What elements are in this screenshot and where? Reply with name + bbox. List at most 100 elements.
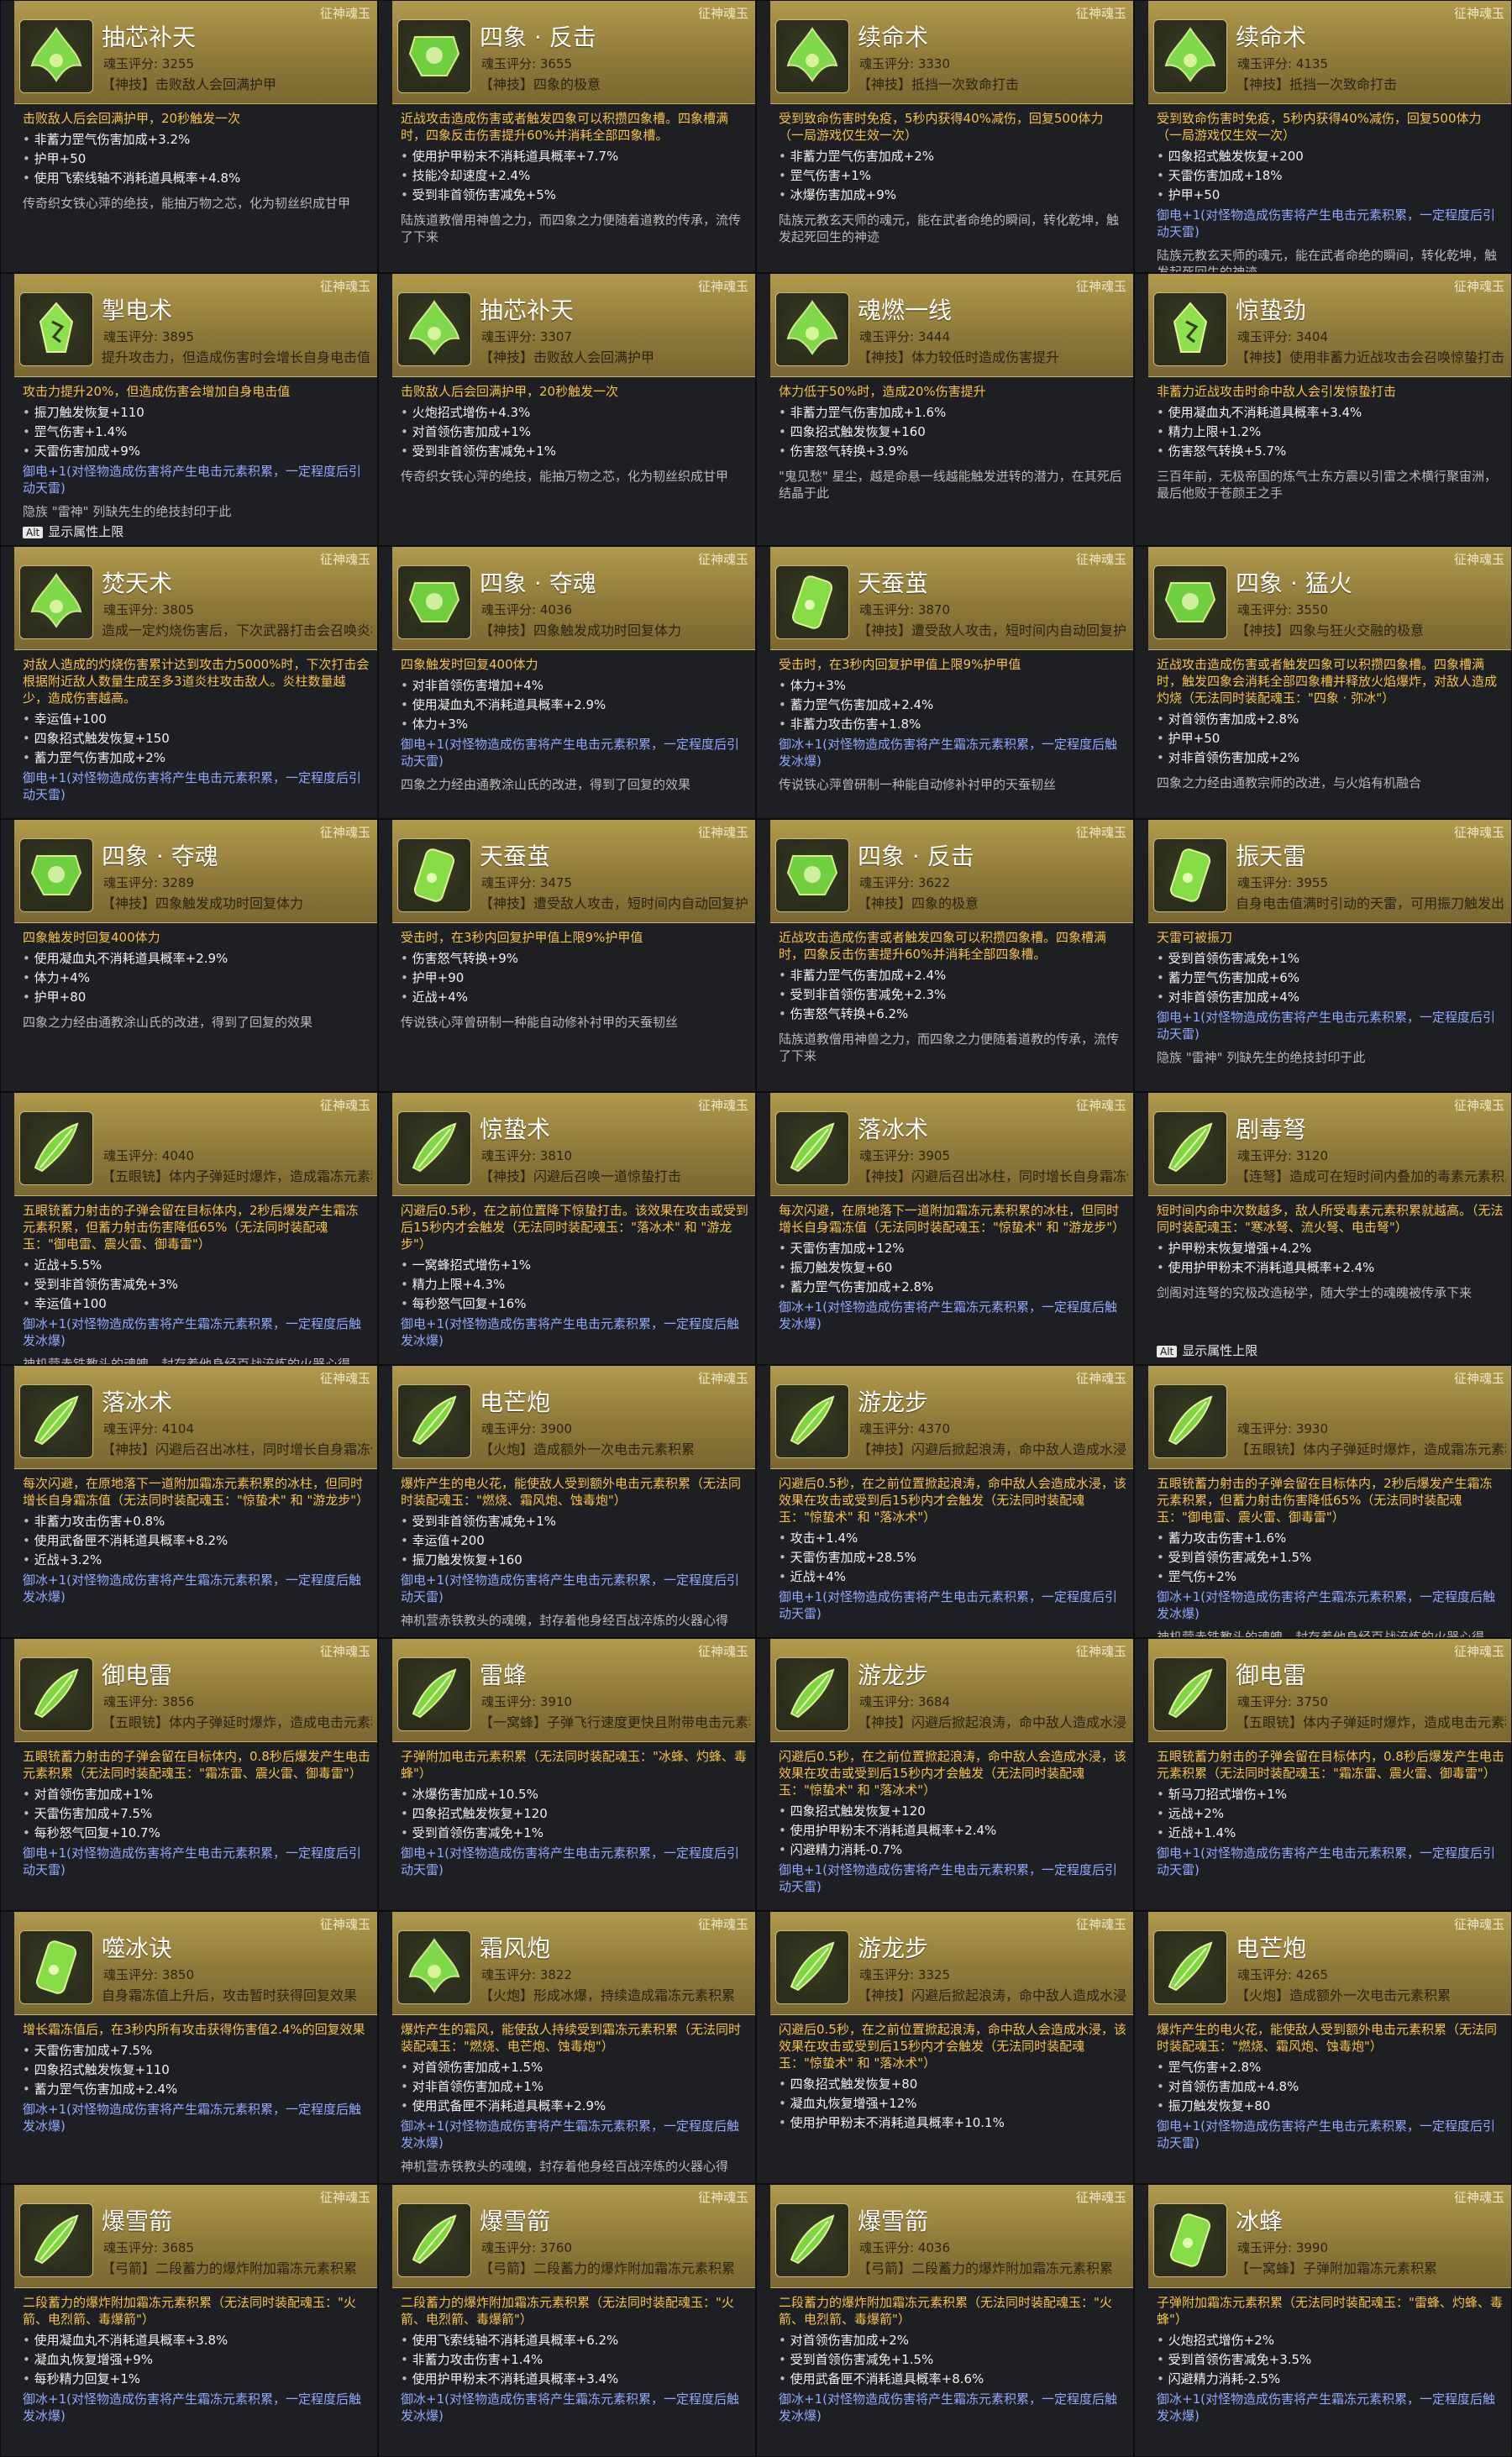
soul-jade-card[interactable]: 征神魂玉 游龙步 魂玉评分: 4370 【神技】闪避后掀起浪涛，命中敌人造成水浸 闪避后… xyxy=(756,1365,1134,1638)
soul-jade-card[interactable]: 征神魂玉 续命术 魂玉评分: 3330 【神技】抵挡一次致命打击 受到致命伤害时免疫，5… xyxy=(756,0,1134,273)
soul-jade-card[interactable]: 征神魂玉 游龙步 魂玉评分: 3325 【神技】闪避后掀起浪涛，命中敌人造成水浸 闪避后… xyxy=(756,1911,1134,2184)
card-skill: 【神技】闪避后掀起浪涛，命中敌人造成水浸 xyxy=(858,1441,1127,1457)
soul-jade-card[interactable]: 征神魂玉 魂玉评分: 3930 【五眼铳】体内子弹延时爆炸，造成霜冻元素积累 五眼铳蓄… xyxy=(1134,1365,1512,1638)
card-body: 近战攻击造成伤害或者触发四象可以积攒四象槽。四象槽满时，四象反击伤害提升60%并… xyxy=(392,108,755,272)
card-name: 续命术 xyxy=(858,24,929,51)
soul-jade-card[interactable]: 征神魂玉 魂玉评分: 4040 【五眼铳】体内子弹延时爆炸，造成霜冻元素积累 五眼铳蓄… xyxy=(0,1092,378,1365)
soul-jade-card[interactable]: 征神魂玉 落冰术 魂玉评分: 4104 【神技】闪避后召出冰柱，同时增长自身霜冻值 每次… xyxy=(0,1365,378,1638)
soul-jade-card[interactable]: 征神魂玉 四象 · 猛火 魂玉评分: 3550 【神技】四象与狂火交融的极意 近战攻击造… xyxy=(1134,546,1512,819)
card-name: 惊蛰术 xyxy=(480,1116,551,1143)
card-name: 四象 · 反击 xyxy=(480,24,596,51)
card-score: 魂玉评分: 3289 xyxy=(103,875,194,890)
card-header: 征神魂玉 游龙步 魂玉评分: 3325 【神技】闪避后掀起浪涛，命中敌人造成水浸 xyxy=(770,1912,1133,2015)
card-name: 振天雷 xyxy=(1236,843,1307,870)
soul-jade-card[interactable]: 征神魂玉 雷蜂 魂玉评分: 3910 【一窝蜂】子弹飞行速度更快且附带电击元素积累 子弹… xyxy=(378,1638,756,1911)
soul-jade-card[interactable]: 征神魂玉 冰蜂 魂玉评分: 3990 【一窝蜂】子弹附加霜冻元素积累 子弹附加霜冻元素积… xyxy=(1134,2184,1512,2457)
alt-key: Alt xyxy=(1157,1346,1178,1357)
card-score: 魂玉评分: 3750 xyxy=(1237,1694,1328,1709)
stat-line: 四象招式触发恢复+160 xyxy=(779,423,1126,442)
card-type-tag: 征神魂玉 xyxy=(697,6,748,21)
soul-jade-card[interactable]: 征神魂玉 惊蛰劲 魂玉评分: 3404 【神技】使用非蓄力近战攻击会召唤惊蛰打击 非蓄力… xyxy=(1134,273,1512,546)
stat-line: 使用护甲粉末不消耗道具概率+2.4% xyxy=(1157,1258,1504,1278)
soul-jade-card[interactable]: 征神魂玉 抽芯补天 魂玉评分: 3255 【神技】击败敌人会回满护甲 击败敌人后会回满护… xyxy=(0,0,378,273)
card-body: 非蓄力近战攻击时命中敌人会引发惊蛰打击使用凝血丸不消耗道具概率+3.4%精力上限… xyxy=(1148,381,1511,545)
soul-jade-card[interactable]: 征神魂玉 四象 · 夺魂 魂玉评分: 3289 【神技】四象触发成功时回复体力 四象触发… xyxy=(0,819,378,1092)
stat-line: 受到非首领伤害减免+1% xyxy=(401,1512,748,1531)
soul-jade-card[interactable]: 征神魂玉 掣电术 魂玉评分: 3895 提升攻击力，但造成伤害时会增长自身电击值 攻击力… xyxy=(0,273,378,546)
card-header: 征神魂玉 四象 · 反击 魂玉评分: 3655 【神技】四象的极意 xyxy=(392,1,755,104)
card-header: 征神魂玉 续命术 魂玉评分: 3330 【神技】抵挡一次致命打击 xyxy=(770,1,1133,104)
card-body: 爆炸产生的电火花，能使敌人受到额外电击元素积累（无法同时装配魂玉："燃烧、霜风炮… xyxy=(392,1473,755,1637)
show-stat-cap-hint[interactable]: Alt 显示属性上限 xyxy=(1157,1341,1257,1359)
soul-jade-card[interactable]: 征神魂玉 四象 · 夺魂 魂玉评分: 4036 【神技】四象触发成功时回复体力 四象触发… xyxy=(378,546,756,819)
card-skill: 【神技】闪避后召出冰柱，同时增长自身霜冻值 xyxy=(858,1168,1128,1184)
soul-jade-card[interactable]: 征神魂玉 续命术 魂玉评分: 4135 【神技】抵挡一次致命打击 受到致命伤害时免疫，5… xyxy=(1134,0,1512,273)
soul-jade-icon xyxy=(19,19,93,93)
soul-jade-card[interactable]: 征神魂玉 噬冰诀 魂玉评分: 3850 自身霜冻值上升后，攻击暂时获得回复效果增长霜冻… xyxy=(0,1911,378,2184)
soul-jade-card[interactable]: 征神魂玉 爆雪箭 魂玉评分: 4036 【弓箭】二段蓄力的爆炸附加霜冻元素积累 二段蓄力… xyxy=(756,2184,1134,2457)
soul-jade-icon xyxy=(397,1930,471,2004)
card-name: 掣电术 xyxy=(102,297,173,324)
soul-jade-card[interactable]: 征神魂玉 落冰术 魂玉评分: 3905 【神技】闪避后召出冰柱，同时增长自身霜冻值 每次… xyxy=(756,1092,1134,1365)
soul-jade-card[interactable]: 征神魂玉 御电雷 魂玉评分: 3856 【五眼铳】体内子弹延时爆炸，造成电击元素积累五… xyxy=(0,1638,378,1911)
soul-jade-card[interactable]: 征神魂玉 爆雪箭 魂玉评分: 3685 【弓箭】二段蓄力的爆炸附加霜冻元素积累 二段蓄力… xyxy=(0,2184,378,2457)
card-score: 魂玉评分: 3255 xyxy=(103,56,194,71)
stat-line: 火炮招式增伤+4.3% xyxy=(401,403,748,423)
stat-line: 四象招式触发恢复+110 xyxy=(23,2061,370,2080)
element-bonus: 御电+1(对怪物造成伤害将产生电击元素积累，一定程度后引动天雷) xyxy=(401,1845,739,1877)
lore-text: 传奇织女铁心萍的绝技，能抽万物之芯，化为韧丝织成甘甲 xyxy=(401,469,729,484)
effect-description: 增长霜冻值后，在3秒内所有攻击获得伤害值2.4%的回复效果 xyxy=(23,2022,365,2037)
lore-text: 陆族道教僧用神兽之力，而四象之力便随着道教的传承，流传了下来 xyxy=(401,213,742,244)
card-type-tag: 征神魂玉 xyxy=(697,1644,748,1659)
soul-jade-card[interactable]: 征神魂玉 抽芯补天 魂玉评分: 3307 【神技】击败敌人会回满护甲 击败敌人后会回满护… xyxy=(378,273,756,546)
card-body: 击败敌人后会回满护甲，20秒触发一次火炮招式增伤+4.3%对首领伤害加成+1%受… xyxy=(392,381,755,545)
soul-jade-card[interactable]: 征神魂玉 剧毒弩 魂玉评分: 3120 【连弩】造成可在短时间内叠加的毒素元素积累 短时… xyxy=(1134,1092,1512,1365)
card-type-tag: 征神魂玉 xyxy=(1453,552,1504,567)
soul-jade-card[interactable]: 征神魂玉 四象 · 反击 魂玉评分: 3622 【神技】四象的极意 近战攻击造成伤害或者… xyxy=(756,819,1134,1092)
card-header: 征神魂玉 天蚕茧 魂玉评分: 3475 【神技】遭受敌人攻击，短时间内自动回复护甲值 xyxy=(392,820,755,923)
stat-line: 对首领伤害加成+1% xyxy=(23,1785,370,1804)
effect-description: 击败敌人后会回满护甲，20秒触发一次 xyxy=(401,384,619,399)
soul-jade-card[interactable]: 征神魂玉 游龙步 魂玉评分: 3684 【神技】闪避后掀起浪涛，命中敌人造成水浸 闪避后… xyxy=(756,1638,1134,1911)
card-body: 对敌人造成的灼烧伤害累计达到攻击力5000%时，下次打击会根据附近敌人数量生成至… xyxy=(14,654,377,818)
card-skill: 【五眼铳】体内子弹延时爆炸，造成霜冻元素积累 xyxy=(1236,1441,1506,1457)
soul-jade-card[interactable]: 征神魂玉 爆雪箭 魂玉评分: 3760 【弓箭】二段蓄力的爆炸附加霜冻元素积累 二段蓄力… xyxy=(378,2184,756,2457)
element-bonus: 御电+1(对怪物造成伤害将产生电击元素积累，一定程度后引动天雷) xyxy=(1157,1845,1495,1877)
soul-jade-icon xyxy=(397,19,471,93)
card-skill: 【五眼铳】体内子弹延时爆炸，造成电击元素积累 xyxy=(102,1714,372,1730)
card-name: 游龙步 xyxy=(858,1662,929,1689)
soul-jade-card[interactable]: 征神魂玉 电芒炮 魂玉评分: 3900 【火炮】造成额外一次电击元素积累 爆炸产生的电火… xyxy=(378,1365,756,1638)
stat-line: 天雷伤害加成+9% xyxy=(23,442,370,461)
card-name: 噬冰诀 xyxy=(102,1935,173,1962)
stat-line: 使用武备匣不消耗道具概率+8.6% xyxy=(779,2370,1126,2389)
soul-jade-card[interactable]: 征神魂玉 振天雷 魂玉评分: 3955 自身电击值满时引动的天雷，可用振刀触发出 天雷可… xyxy=(1134,819,1512,1092)
soul-jade-card[interactable]: 征神魂玉 天蚕茧 魂玉评分: 3475 【神技】遭受敌人攻击，短时间内自动回复护甲值受… xyxy=(378,819,756,1092)
card-header: 征神魂玉 噬冰诀 魂玉评分: 3850 自身霜冻值上升后，攻击暂时获得回复效果 xyxy=(14,1912,377,2015)
stat-line: 对非首领伤害加成+4% xyxy=(1157,988,1504,1007)
lore-text: 神机营赤铁教头的魂魄，封存着他身经百战淬炼的火器心得 xyxy=(401,2159,729,2174)
card-name: 抽芯补天 xyxy=(480,297,575,324)
stat-line: 精力上限+4.3% xyxy=(401,1275,748,1294)
card-score: 魂玉评分: 3622 xyxy=(859,875,950,890)
soul-jade-card[interactable]: 征神魂玉 天蚕茧 魂玉评分: 3870 【神技】遭受敌人攻击，短时间内自动回复护甲值受… xyxy=(756,546,1134,819)
soul-jade-card[interactable]: 征神魂玉 四象 · 反击 魂玉评分: 3655 【神技】四象的极意 近战攻击造成伤害或者… xyxy=(378,0,756,273)
card-body: 四象触发时回复400体力对非首领伤害增加+4%使用凝血丸不消耗道具概率+2.9%… xyxy=(392,654,755,818)
soul-jade-card[interactable]: 征神魂玉焚天术魂玉评分: 3805 造成一定灼烧伤害后，下次武器打击会召唤炎柱攻击… xyxy=(0,546,378,819)
stat-line: 受到非首领伤害减免+5% xyxy=(401,186,748,205)
soul-jade-card[interactable]: 征神魂玉 惊蛰术 魂玉评分: 3810 【神技】闪避后召唤一道惊蛰打击 闪避后0.5秒，… xyxy=(378,1092,756,1365)
soul-jade-card[interactable]: 征神魂玉 电芒炮 魂玉评分: 4265 【火炮】造成额外一次电击元素积累 爆炸产生的电火… xyxy=(1134,1911,1512,2184)
element-bonus: 御冰+1(对怪物造成伤害将产生霜冻元素积累，一定程度后触发冰爆) xyxy=(23,2391,361,2423)
card-type-tag: 征神魂玉 xyxy=(1075,1917,1126,1932)
soul-jade-card[interactable]: 征神魂玉 御电雷 魂玉评分: 3750 【五眼铳】体内子弹延时爆炸，造成电击元素积累五… xyxy=(1134,1638,1512,1911)
soul-jade-card[interactable]: 征神魂玉 魂燃一线 魂玉评分: 3444 【神技】体力较低时造成伤害提升 体力低于50%… xyxy=(756,273,1134,546)
card-type-tag: 征神魂玉 xyxy=(1453,279,1504,294)
element-bonus: 御冰+1(对怪物造成伤害将产生霜冻元素积累，一定程度后触发冰爆) xyxy=(1157,2391,1495,2423)
card-body: 体力低于50%时，造成20%伤害提升非蓄力罡气伤害加成+1.6%四象招式触发恢复… xyxy=(770,381,1133,545)
card-name: 天蚕茧 xyxy=(858,570,929,597)
soul-jade-card[interactable]: 征神魂玉 霜风炮 魂玉评分: 3822 【火炮】形成冰爆，持续造成霜冻元素积累 爆炸产生… xyxy=(378,1911,756,2184)
stat-line: 受到非首领伤害减免+3% xyxy=(23,1275,370,1294)
card-score: 魂玉评分: 4040 xyxy=(103,1148,194,1163)
stat-line: 使用凝血丸不消耗道具概率+3.4% xyxy=(1157,403,1504,423)
show-stat-cap-hint[interactable]: Alt 显示属性上限 xyxy=(23,522,123,540)
soul-jade-icon xyxy=(397,2203,471,2277)
